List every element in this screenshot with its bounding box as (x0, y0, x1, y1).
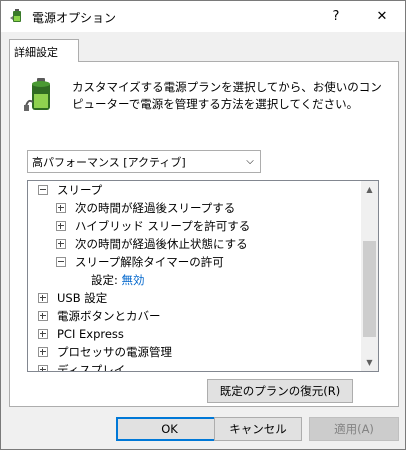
expand-icon[interactable] (56, 220, 66, 231)
tree-item-label: スリープ解除タイマーの許可 (75, 255, 224, 269)
tree-item-power-buttons[interactable]: 電源ボタンとカバー (38, 307, 161, 325)
tree-item-label: プロセッサの電源管理 (57, 345, 172, 359)
tree-item-label: USB 設定 (57, 291, 108, 305)
tree-item-label: 次の時間が経過後休止状態にする (75, 237, 248, 251)
tree-item-hibernate-after[interactable]: 次の時間が経過後休止状態にする (56, 235, 248, 253)
collapse-icon[interactable] (38, 184, 48, 195)
tree-item-sleep[interactable]: スリープ (38, 181, 102, 199)
close-button[interactable]: ✕ (359, 1, 405, 32)
tab-advanced-settings[interactable]: 詳細設定 (9, 39, 79, 62)
collapse-icon[interactable] (56, 256, 66, 267)
cancel-button[interactable]: キャンセル (214, 417, 302, 441)
scroll-up-icon[interactable]: ▲ (361, 181, 378, 198)
tab-label: 詳細設定 (14, 46, 58, 59)
tree-item-label: 電源ボタンとカバー (57, 309, 161, 323)
expand-icon[interactable] (38, 328, 48, 339)
tree-item-sleep-after[interactable]: 次の時間が経過後スリープする (56, 199, 235, 217)
expand-icon[interactable] (56, 202, 66, 213)
power-options-window: 電源オプション ? ✕ 詳細設定 カスタマイズする電源プランを選択してから、お使… (0, 0, 406, 450)
vertical-scrollbar[interactable]: ▲ ▼ (361, 181, 378, 371)
chevron-down-icon: ⌵ (246, 156, 254, 167)
tree-item-display[interactable]: ディスプレイ (38, 361, 126, 372)
tree-item-usb[interactable]: USB 設定 (38, 289, 107, 307)
power-options-icon (10, 9, 21, 22)
expand-icon[interactable] (38, 364, 48, 371)
settings-tree[interactable]: スリープ 次の時間が経過後スリープする ハイブリッド スリープを許可する 次の時… (27, 180, 379, 372)
settings-panel: カスタマイズする電源プランを選択してから、お使いのコンピューターで電源を管理する… (9, 61, 399, 407)
tree-item-label: ディスプレイ (57, 363, 126, 372)
scroll-down-icon[interactable]: ▼ (361, 354, 378, 371)
apply-button[interactable]: 適用(A) (309, 417, 399, 441)
tree-item-hybrid-sleep[interactable]: ハイブリッド スリープを許可する (56, 217, 250, 235)
close-icon: ✕ (376, 9, 388, 24)
expand-icon[interactable] (38, 292, 48, 303)
tree-item-label: PCI Express (57, 327, 124, 341)
expand-icon[interactable] (38, 310, 48, 321)
expand-icon[interactable] (38, 346, 48, 357)
setting-label: 設定: (91, 273, 118, 287)
battery-plug-icon (24, 78, 50, 111)
help-button[interactable]: ? (313, 1, 359, 32)
restore-defaults-button[interactable]: 既定のプランの復元(R) (207, 379, 353, 403)
power-plan-select[interactable]: 高パフォーマンス [アクティブ] ⌵ (27, 150, 261, 173)
tree-item-label: スリープ (57, 183, 103, 197)
expand-icon[interactable] (56, 238, 66, 249)
tree-item-setting[interactable]: 設定: 無効 (91, 271, 145, 289)
selected-plan: 高パフォーマンス [アクティブ] (32, 155, 186, 169)
tree-item-label: 次の時間が経過後スリープする (75, 201, 236, 215)
title-bar: 電源オプション ? ✕ (1, 1, 405, 32)
tree-item-wake-timers[interactable]: スリープ解除タイマーの許可 (56, 253, 224, 271)
setting-value-link[interactable]: 無効 (122, 273, 145, 287)
tree-item-label: ハイブリッド スリープを許可する (75, 219, 251, 233)
description-text: カスタマイズする電源プランを選択してから、お使いのコンピューターで電源を管理する… (72, 80, 382, 111)
tree-item-pci-express[interactable]: PCI Express (38, 325, 124, 343)
tree-item-processor[interactable]: プロセッサの電源管理 (38, 343, 172, 361)
window-title: 電源オプション (32, 11, 117, 25)
scrollbar-thumb[interactable] (363, 241, 376, 337)
ok-button[interactable]: OK (116, 417, 223, 441)
